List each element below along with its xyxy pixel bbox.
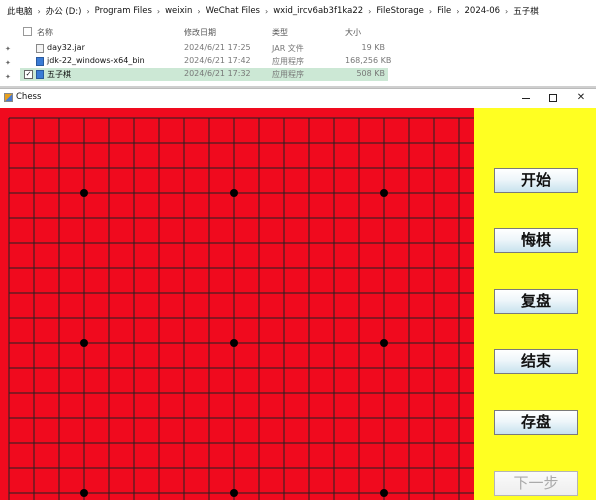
breadcrumb-item[interactable]: wxid_ircv6ab3f1ka22 xyxy=(272,6,364,16)
breadcrumb-item[interactable]: 五子棋 xyxy=(512,5,540,17)
select-all-checkbox[interactable] xyxy=(23,27,32,36)
file-date: 2024/6/21 17:42 xyxy=(184,56,251,65)
chevron-right-icon[interactable]: › xyxy=(34,7,45,16)
breadcrumb-item[interactable]: File xyxy=(436,6,452,16)
pin-icon: ✦ xyxy=(5,45,11,53)
chevron-right-icon[interactable]: › xyxy=(425,7,436,16)
breadcrumb-item[interactable]: weixin xyxy=(164,6,193,16)
jar-file-icon xyxy=(36,44,44,53)
start-button[interactable]: 开始 xyxy=(494,168,578,193)
star-point xyxy=(80,339,88,347)
pin-icon: ✦ xyxy=(5,59,11,67)
file-name: 五子棋 xyxy=(47,70,71,79)
breadcrumb[interactable]: 此电脑 › 办公 (D:) › Program Files › weixin › WeChat … xyxy=(0,0,596,22)
chevron-right-icon[interactable]: › xyxy=(82,7,93,16)
minimize-button[interactable] xyxy=(516,90,536,106)
chess-window: Chess ✕ 开始 悔棋 复盘 结束 存盘 下一步 xyxy=(0,88,596,500)
window-title: Chess xyxy=(16,92,42,102)
maximize-button[interactable] xyxy=(543,90,563,106)
file-name: jdk-22_windows-x64_bin xyxy=(47,56,145,65)
file-row[interactable]: ✦ jdk-22_windows-x64_bin 2024/6/21 17:42… xyxy=(0,55,596,68)
file-size: 508 KB xyxy=(356,69,385,78)
star-point xyxy=(230,339,238,347)
java-app-icon xyxy=(4,93,13,102)
minimize-icon xyxy=(522,98,530,99)
pin-icon: ✦ xyxy=(5,73,11,81)
star-point xyxy=(230,189,238,197)
gomoku-board[interactable] xyxy=(0,108,474,500)
file-name: day32.jar xyxy=(47,43,85,52)
file-date: 2024/6/21 17:25 xyxy=(184,43,251,52)
file-explorer-window: 此电脑 › 办公 (D:) › Program Files › weixin › WeChat … xyxy=(0,0,596,88)
star-point xyxy=(380,339,388,347)
chevron-right-icon[interactable]: › xyxy=(153,7,164,16)
breadcrumb-item[interactable]: 此电脑 xyxy=(6,5,34,17)
star-point xyxy=(80,189,88,197)
next-step-button[interactable]: 下一步 xyxy=(494,471,578,496)
chevron-right-icon[interactable]: › xyxy=(501,7,512,16)
file-list: ✦ day32.jar 2024/6/21 17:25 JAR 文件 19 KB… xyxy=(0,42,596,81)
star-point xyxy=(230,489,238,497)
file-type: JAR 文件 xyxy=(272,44,304,53)
column-header-type[interactable]: 类型 xyxy=(272,27,288,38)
breadcrumb-item[interactable]: 办公 (D:) xyxy=(45,5,83,17)
end-button[interactable]: 结束 xyxy=(494,349,578,374)
title-bar[interactable]: Chess ✕ xyxy=(0,89,596,107)
chevron-right-icon[interactable]: › xyxy=(452,7,463,16)
save-button[interactable]: 存盘 xyxy=(494,410,578,435)
close-icon: ✕ xyxy=(576,92,586,103)
row-checkbox[interactable]: ✓ xyxy=(24,70,33,79)
chevron-right-icon[interactable]: › xyxy=(193,7,204,16)
undo-button[interactable]: 悔棋 xyxy=(494,228,578,253)
star-point xyxy=(380,489,388,497)
file-row[interactable]: ✦ day32.jar 2024/6/21 17:25 JAR 文件 19 KB xyxy=(0,42,596,55)
breadcrumb-item[interactable]: Program Files xyxy=(94,6,153,16)
close-button[interactable]: ✕ xyxy=(571,90,591,106)
star-point xyxy=(380,189,388,197)
application-icon xyxy=(36,70,44,79)
file-type: 应用程序 xyxy=(272,70,304,79)
file-type: 应用程序 xyxy=(272,57,304,66)
column-header-date[interactable]: 修改日期 xyxy=(184,27,216,38)
star-point xyxy=(80,489,88,497)
file-size: 168,256 KB xyxy=(345,56,392,65)
breadcrumb-item[interactable]: WeChat Files xyxy=(205,6,261,16)
file-row-selected[interactable]: ✦ ✓ 五子棋 2024/6/21 17:32 应用程序 508 KB xyxy=(0,68,596,81)
column-header-size[interactable]: 大小 xyxy=(345,27,361,38)
maximize-icon xyxy=(549,94,557,102)
control-panel: 开始 悔棋 复盘 结束 存盘 下一步 xyxy=(474,108,596,500)
chevron-right-icon[interactable]: › xyxy=(364,7,375,16)
column-header-name[interactable]: 名称 xyxy=(37,27,53,38)
breadcrumb-item[interactable]: FileStorage xyxy=(375,6,424,16)
board-grid[interactable] xyxy=(0,108,474,500)
chevron-right-icon[interactable]: › xyxy=(261,7,272,16)
replay-button[interactable]: 复盘 xyxy=(494,289,578,314)
file-size: 19 KB xyxy=(361,43,385,52)
application-icon xyxy=(36,57,44,66)
file-date: 2024/6/21 17:32 xyxy=(184,69,251,78)
breadcrumb-item[interactable]: 2024-06 xyxy=(464,6,502,16)
file-list-header: 名称 修改日期 类型 大小 xyxy=(0,22,596,42)
